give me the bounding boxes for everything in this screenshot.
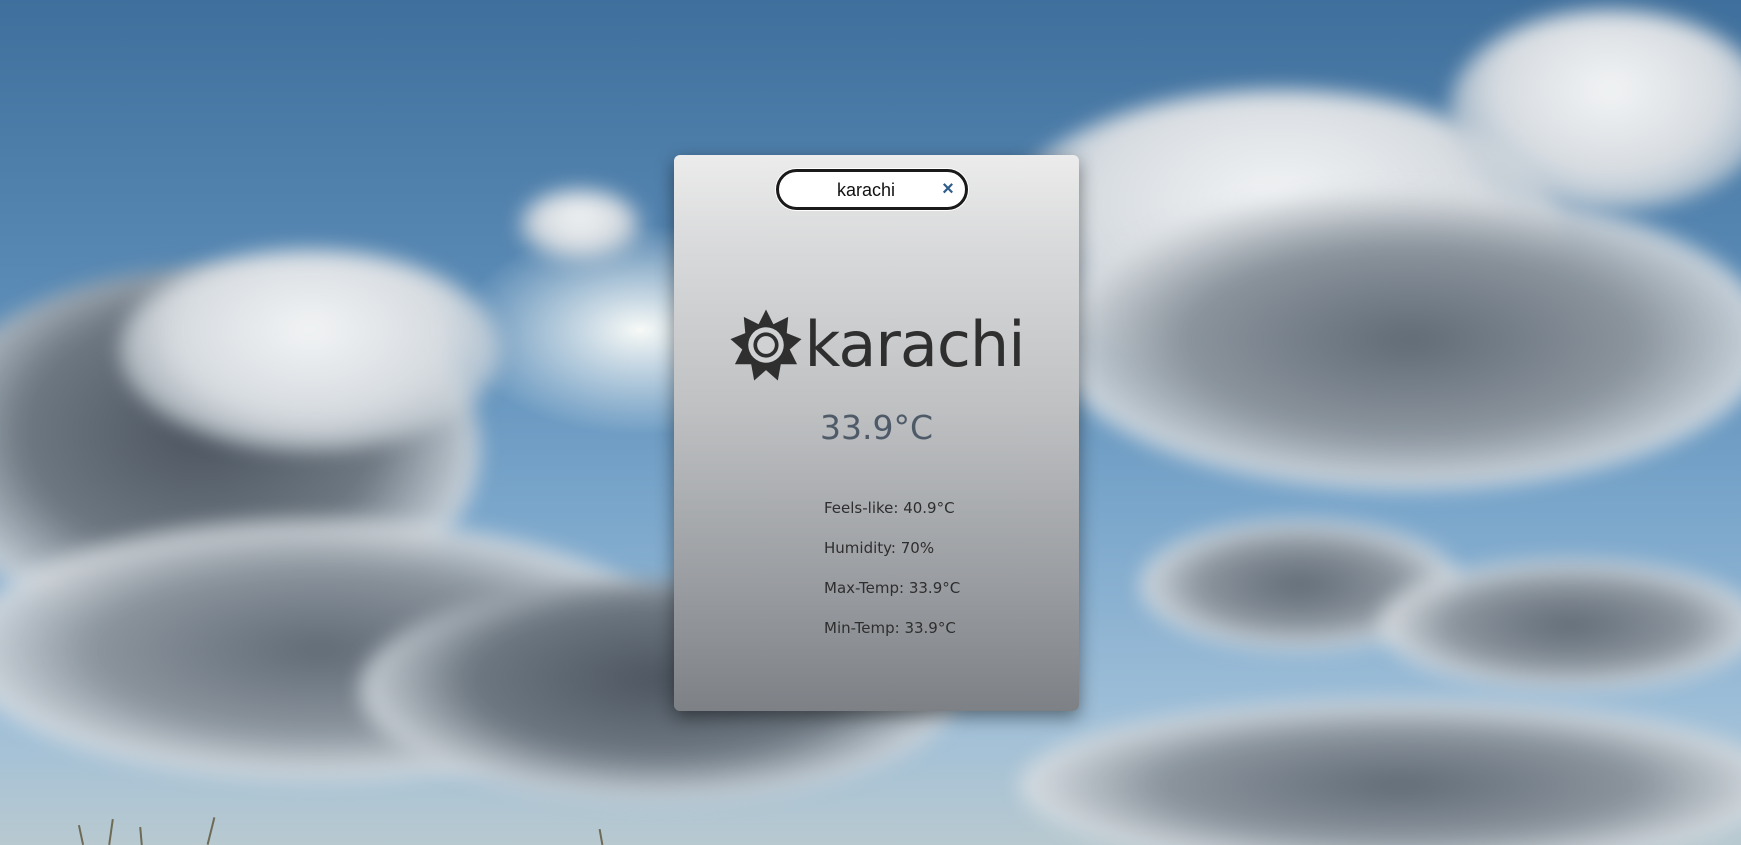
feels-like-text: Feels-like: 40.9°C	[824, 499, 955, 517]
grass	[77, 825, 85, 845]
search-box: ×	[776, 169, 968, 210]
cloud	[1050, 190, 1741, 490]
city-header: karachi	[674, 305, 1079, 385]
sun-icon	[730, 309, 802, 381]
cloud	[1380, 560, 1741, 690]
grass	[108, 818, 114, 845]
weather-details: Feels-like: 40.9°C Humidity: 70% Max-Tem…	[824, 488, 960, 648]
humidity-text: Humidity: 70%	[824, 539, 935, 557]
grass	[139, 826, 143, 845]
cloud	[1020, 700, 1741, 845]
search-input[interactable]	[791, 178, 941, 202]
city-name: karachi	[804, 308, 1026, 381]
grass	[598, 828, 604, 845]
weather-card: × karachi 33.9°C Feels-like: 40.9°C Humi…	[674, 155, 1079, 711]
max-temp-text: Max-Temp: 33.9°C	[824, 579, 961, 597]
cloud	[120, 250, 500, 450]
current-temperature: 33.9°C	[819, 408, 934, 447]
min-temp-text: Min-Temp: 33.9°C	[824, 619, 956, 637]
grass	[206, 817, 216, 845]
close-icon[interactable]: ×	[937, 177, 959, 201]
cloud	[520, 190, 640, 260]
